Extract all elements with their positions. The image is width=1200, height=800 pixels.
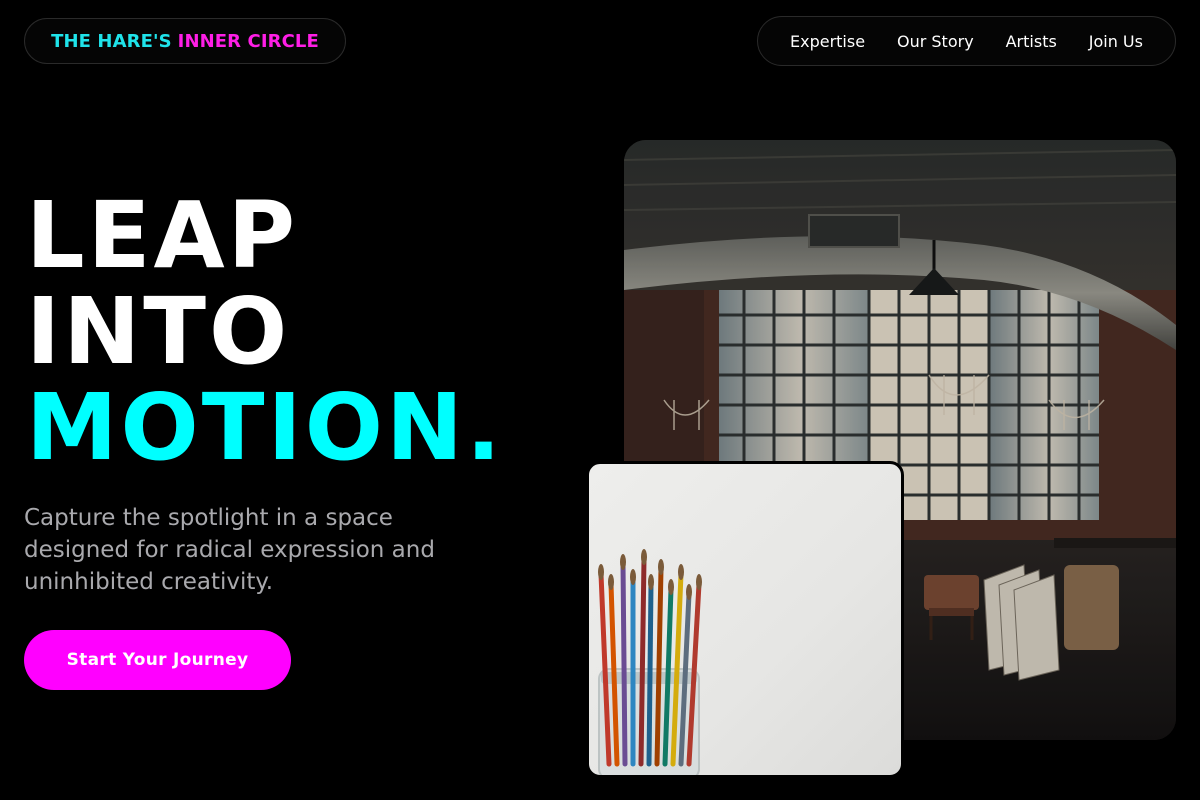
main-nav: Expertise Our Story Artists Join Us: [757, 16, 1176, 66]
headline-line-1: LEAP: [26, 182, 299, 289]
brushes-image: [586, 461, 904, 778]
nav-link-artists[interactable]: Artists: [1006, 32, 1057, 51]
page: THE HARE'S INNER CIRCLE Expertise Our St…: [0, 0, 1200, 800]
logo-text-accent: INNER CIRCLE: [177, 30, 319, 52]
headline-line-2: INTO: [26, 278, 291, 385]
nav-link-our-story[interactable]: Our Story: [897, 32, 974, 51]
hero-subtitle: Capture the spotlight in a space designe…: [24, 505, 435, 595]
nav-link-join-us[interactable]: Join Us: [1089, 32, 1143, 51]
hero-headline: LEAP INTO MOTION.: [26, 188, 504, 476]
brushes-illustration: [598, 549, 702, 775]
logo-text-primary: THE HARE'S: [51, 30, 172, 52]
logo-link[interactable]: THE HARE'S INNER CIRCLE: [24, 18, 346, 64]
start-journey-button[interactable]: Start Your Journey: [24, 630, 291, 690]
nav-link-expertise[interactable]: Expertise: [790, 32, 865, 51]
headline-line-3: MOTION.: [26, 374, 504, 481]
